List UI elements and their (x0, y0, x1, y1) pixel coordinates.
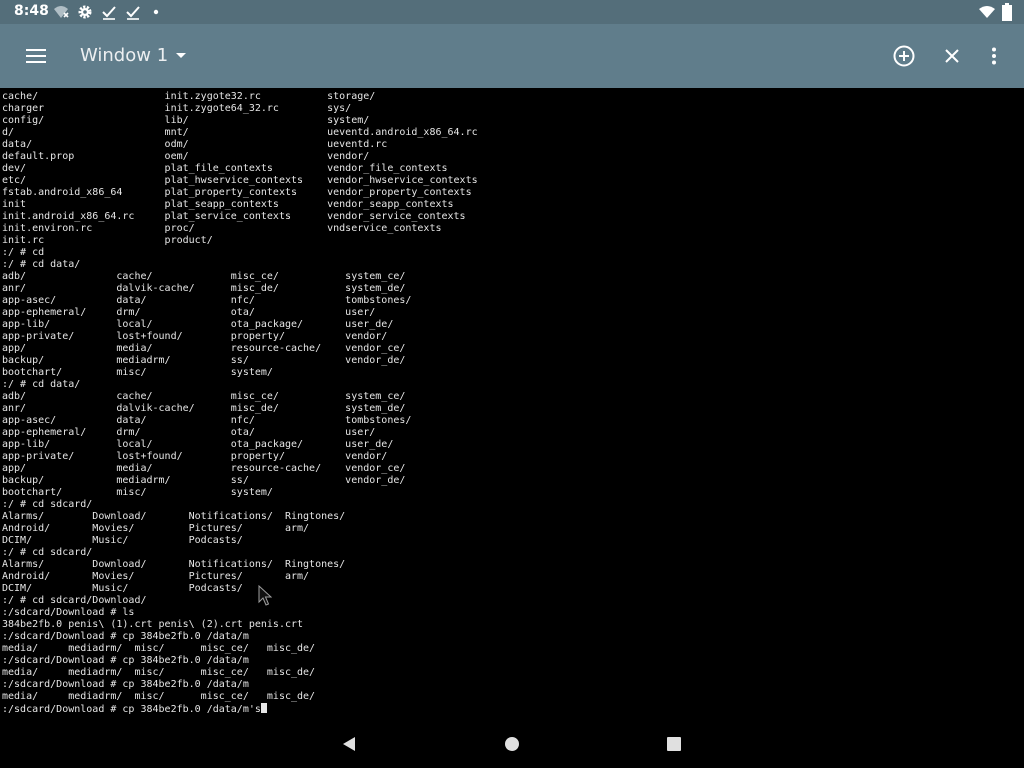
wifi-icon (978, 3, 996, 21)
terminal-line: 384be2fb.0 penis\ (1).crt penis\ (2).crt… (2, 619, 304, 630)
overflow-menu-button[interactable] (978, 40, 1010, 72)
checkmark-icon (100, 3, 118, 21)
terminal-input-line[interactable]: :/sdcard/Download # cp 384be2fb.0 /data/… (2, 703, 478, 715)
terminal-line: init.rc product/ (2, 235, 213, 246)
terminal-line: :/sdcard/Download # cp 384be2fb.0 /data/… (2, 655, 249, 666)
terminal-line: :/ # cd sdcard/Download/ (2, 595, 147, 606)
terminal-line: app/ media/ resource-cache/ vendor_ce/ (2, 463, 406, 474)
terminal-input-text: :/sdcard/Download # cp 384be2fb.0 /data/… (2, 704, 261, 715)
terminal-line: data/ odm/ ueventd.rc (2, 139, 388, 150)
settings-gear-icon (76, 3, 94, 21)
terminal-line: etc/ plat_hwservice_contexts vendor_hwse… (2, 175, 478, 186)
home-button[interactable] (500, 732, 524, 756)
close-window-button[interactable] (936, 40, 968, 72)
terminal-line: bootchart/ misc/ system/ (2, 487, 273, 498)
terminal-line: app-asec/ data/ nfc/ tombstones/ (2, 415, 412, 426)
back-button[interactable] (337, 732, 361, 756)
terminal-line: fstab.android_x86_64 plat_property_conte… (2, 187, 472, 198)
terminal-line: backup/ mediadrm/ ss/ vendor_de/ (2, 355, 406, 366)
terminal-line: d/ mnt/ ueventd.android_x86_64.rc (2, 127, 478, 138)
more-vert-icon (992, 47, 996, 65)
add-circle-icon (893, 45, 915, 67)
terminal-line: backup/ mediadrm/ ss/ vendor_de/ (2, 475, 406, 486)
window-dropdown-button[interactable] (173, 50, 189, 62)
terminal-line: DCIM/ Music/ Podcasts/ (2, 535, 243, 546)
terminal-line: app-lib/ local/ ota_package/ user_de/ (2, 439, 394, 450)
terminal-line: :/ # cd data/ (2, 259, 81, 270)
terminal-line: media/ mediadrm/ misc/ misc_ce/ misc_de/ (2, 643, 316, 654)
status-time: 8:48 (14, 3, 49, 19)
terminal-line: app-private/ lost+found/ property/ vendo… (2, 331, 388, 342)
terminal-line: Android/ Movies/ Pictures/ arm/ (2, 523, 310, 534)
new-window-button[interactable] (888, 40, 920, 72)
app-bar: Window 1 (0, 24, 1024, 88)
terminal-line: app-ephemeral/ drm/ ota/ user/ (2, 427, 376, 438)
menu-button[interactable] (20, 40, 52, 72)
terminal-line: :/sdcard/Download # ls (2, 607, 135, 618)
terminal-line: :/ # cd data/ (2, 379, 81, 390)
status-bar: 8:48 (0, 0, 1024, 24)
wifi-off-icon (52, 3, 70, 21)
terminal-line: app-private/ lost+found/ property/ vendo… (2, 451, 388, 462)
terminal-line: adb/ cache/ misc_ce/ system_ce/ (2, 271, 406, 282)
terminal-line: dev/ plat_file_contexts vendor_file_cont… (2, 163, 448, 174)
terminal-line: init plat_seapp_contexts vendor_seapp_co… (2, 199, 454, 210)
dropdown-arrow-icon (176, 53, 186, 58)
terminal-line: :/sdcard/Download # cp 384be2fb.0 /data/… (2, 679, 249, 690)
terminal-line: default.prop oem/ vendor/ (2, 151, 370, 162)
menu-icon (26, 49, 46, 63)
recents-icon (667, 737, 681, 751)
window-title[interactable]: Window 1 (80, 45, 168, 66)
terminal-line: app-lib/ local/ ota_package/ user_de/ (2, 319, 394, 330)
terminal-line: DCIM/ Music/ Podcasts/ (2, 583, 243, 594)
terminal-output: cache/ init.zygote32.rc storage/charger … (2, 91, 478, 715)
mouse-pointer-icon (258, 585, 272, 606)
back-icon (343, 737, 355, 751)
navigation-bar (0, 720, 1024, 768)
battery-icon (998, 3, 1016, 21)
dot-icon (147, 3, 165, 21)
terminal-line: :/ # cd (2, 247, 45, 258)
terminal-line: Alarms/ Download/ Notifications/ Rington… (2, 511, 346, 522)
recents-button[interactable] (662, 732, 686, 756)
terminal-line: charger init.zygote64_32.rc sys/ (2, 103, 352, 114)
terminal-line: Android/ Movies/ Pictures/ arm/ (2, 571, 310, 582)
terminal-line: app/ media/ resource-cache/ vendor_ce/ (2, 343, 406, 354)
text-cursor (260, 703, 267, 713)
terminal-line: app-asec/ data/ nfc/ tombstones/ (2, 295, 412, 306)
terminal-line: anr/ dalvik-cache/ misc_de/ system_de/ (2, 283, 406, 294)
terminal-line: app-ephemeral/ drm/ ota/ user/ (2, 307, 376, 318)
terminal-view[interactable]: cache/ init.zygote32.rc storage/charger … (0, 88, 1024, 720)
home-icon (505, 737, 519, 751)
terminal-line: config/ lib/ system/ (2, 115, 370, 126)
terminal-line: :/sdcard/Download # cp 384be2fb.0 /data/… (2, 631, 249, 642)
terminal-line: :/ # cd sdcard/ (2, 547, 93, 558)
close-icon (945, 49, 959, 63)
terminal-line: media/ mediadrm/ misc/ misc_ce/ misc_de/ (2, 667, 316, 678)
terminal-line: :/ # cd sdcard/ (2, 499, 93, 510)
terminal-line: bootchart/ misc/ system/ (2, 367, 273, 378)
terminal-line: adb/ cache/ misc_ce/ system_ce/ (2, 391, 406, 402)
checkmark-icon (124, 3, 142, 21)
terminal-line: init.android_x86_64.rc plat_service_cont… (2, 211, 466, 222)
terminal-line: cache/ init.zygote32.rc storage/ (2, 91, 376, 102)
terminal-line: init.environ.rc proc/ vndservice_context… (2, 223, 442, 234)
terminal-line: anr/ dalvik-cache/ misc_de/ system_de/ (2, 403, 406, 414)
terminal-line: media/ mediadrm/ misc/ misc_ce/ misc_de/ (2, 691, 316, 702)
terminal-line: Alarms/ Download/ Notifications/ Rington… (2, 559, 346, 570)
